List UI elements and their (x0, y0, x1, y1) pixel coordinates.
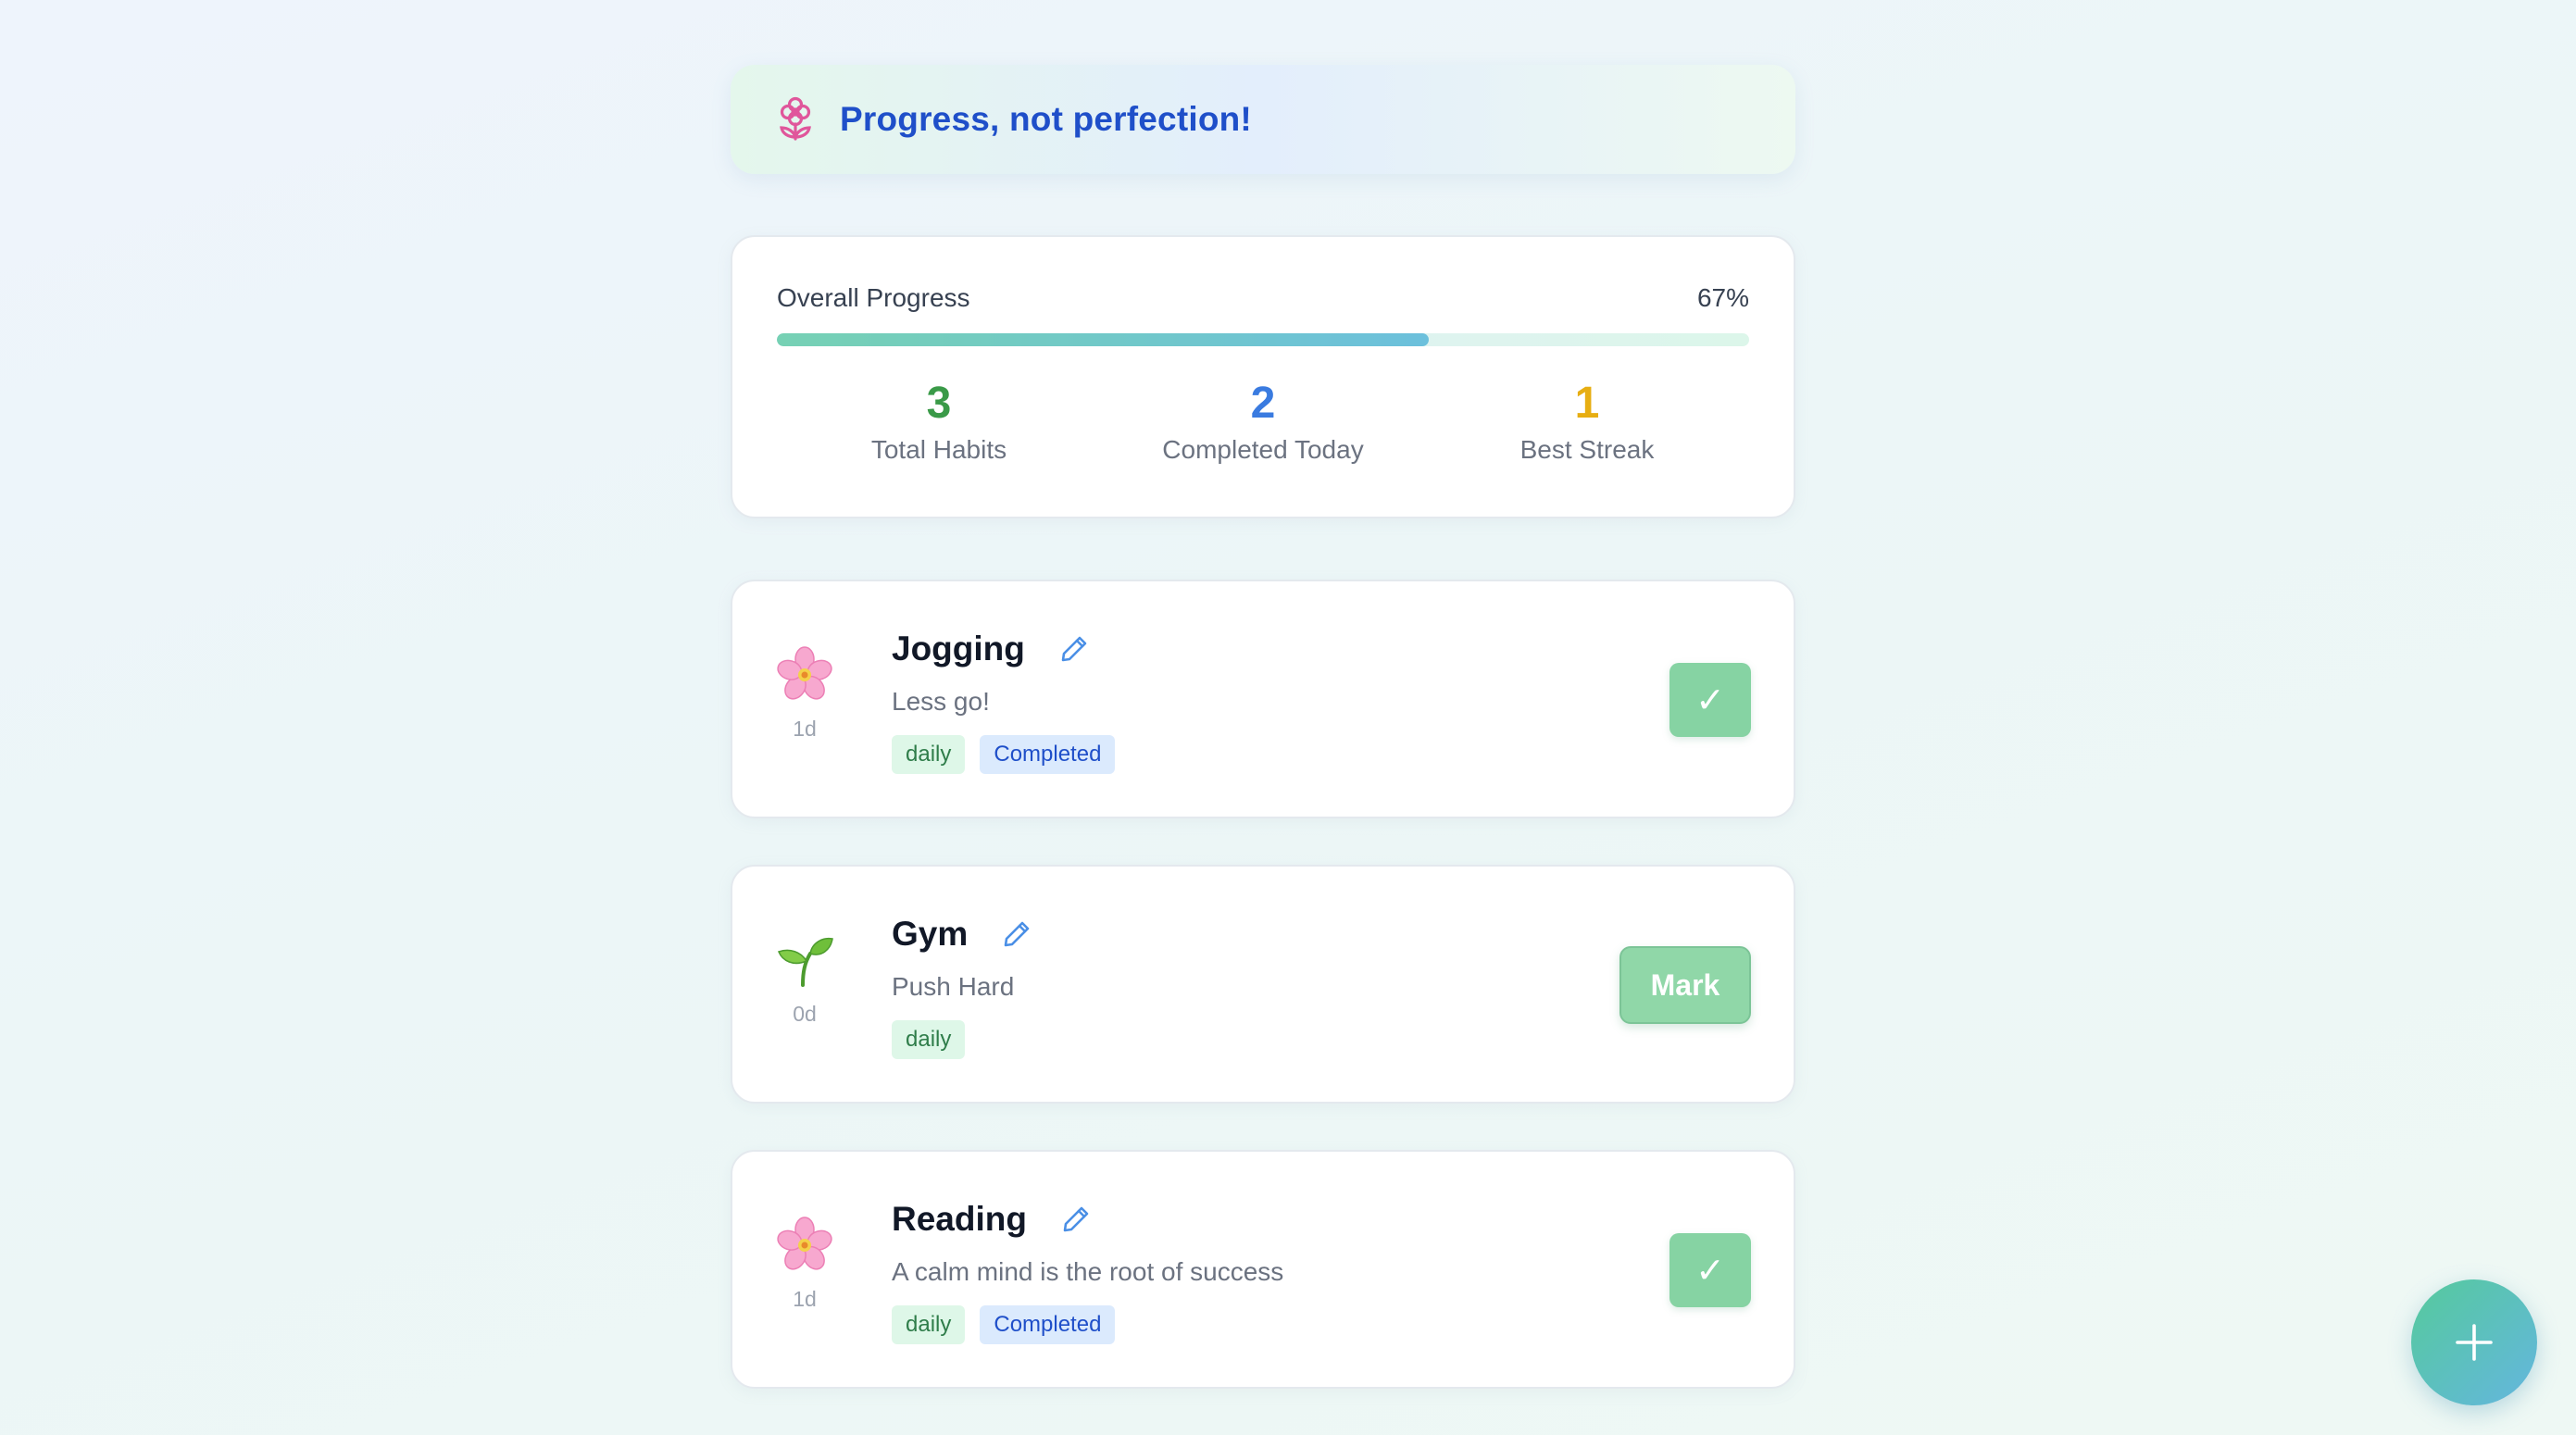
habit-title: Reading (892, 1200, 1027, 1238)
habit-description: Push Hard (892, 972, 1015, 1001)
streak-days: 1d (793, 717, 817, 741)
habit-details: Gym Push Hard daily (892, 915, 1032, 1059)
stat-value: 1 (1574, 379, 1600, 428)
mark-complete-button[interactable]: Mark (1619, 946, 1751, 1024)
edit-icon[interactable] (1058, 633, 1090, 665)
stat-label: Total Habits (870, 435, 1007, 464)
stat-label: Completed Today (1162, 435, 1364, 464)
habit-tags: daily Completed (892, 735, 1130, 774)
stat-label: Best Streak (1519, 435, 1655, 464)
habit-title: Jogging (892, 630, 1025, 668)
stat-value: 3 (926, 379, 952, 428)
habit-title: Gym (892, 915, 969, 953)
add-habit-button[interactable] (2411, 1279, 2537, 1405)
stats-row: 3 Total Habits 2 Completed Today 1 Best … (777, 380, 1749, 465)
completed-check-button[interactable]: ✓ (1669, 1233, 1751, 1307)
status-badge: Completed (980, 735, 1116, 774)
plus-icon (2456, 1324, 2493, 1361)
cherry-blossom-icon (777, 646, 832, 700)
motivation-banner: Progress, not perfection! (731, 65, 1795, 174)
habit-card-reading: 1d Reading A calm mind is the root of su… (731, 1150, 1795, 1389)
stat-completed-today: 2 Completed Today (1101, 380, 1425, 465)
frequency-tag: daily (892, 1305, 966, 1344)
stat-total-habits: 3 Total Habits (777, 380, 1101, 465)
habit-card-jogging: 1d Jogging Less go! daily Completed ✓ (731, 580, 1795, 818)
progress-bar (777, 333, 1749, 346)
streak-days: 0d (793, 1002, 817, 1026)
overall-progress-card: Overall Progress 67% 3 Total Habits 2 Co… (731, 235, 1795, 518)
habit-tags: daily Completed (892, 1305, 1283, 1344)
habit-title-row: Jogging (892, 630, 1130, 668)
stat-value: 2 (1250, 379, 1276, 428)
progress-header: Overall Progress 67% (777, 283, 1749, 313)
streak-days: 1d (793, 1287, 817, 1311)
habit-streak-indicator: 1d (775, 644, 834, 742)
habit-description: A calm mind is the root of success (892, 1257, 1284, 1286)
habit-streak-indicator: 1d (775, 1215, 834, 1312)
completed-check-button[interactable]: ✓ (1669, 663, 1751, 737)
frequency-tag: daily (892, 735, 966, 774)
habit-details: Jogging Less go! daily Completed (892, 630, 1130, 774)
progress-label: Overall Progress (777, 283, 970, 312)
status-badge: Completed (980, 1305, 1116, 1344)
cherry-blossom-icon (777, 1217, 832, 1270)
habit-description: Less go! (892, 687, 990, 716)
habit-title-row: Gym (892, 915, 1032, 954)
flower-icon (775, 96, 816, 143)
frequency-tag: daily (892, 1020, 966, 1059)
progress-bar-fill (777, 333, 1429, 346)
banner-message: Progress, not perfection! (840, 100, 1252, 138)
progress-percent: 67% (1696, 283, 1749, 312)
main-column: Progress, not perfection! Overall Progre… (731, 65, 1795, 1389)
edit-icon[interactable] (1060, 1204, 1092, 1235)
stat-best-streak: 1 Best Streak (1425, 380, 1749, 465)
seedling-icon (778, 937, 833, 987)
habit-details: Reading A calm mind is the root of succe… (892, 1200, 1283, 1344)
habit-title-row: Reading (892, 1200, 1283, 1239)
habit-tags: daily (892, 1020, 1032, 1059)
edit-icon[interactable] (1001, 918, 1032, 950)
habit-card-gym: 0d Gym Push Hard daily Mark (731, 865, 1795, 1104)
habit-streak-indicator: 0d (775, 930, 834, 1027)
